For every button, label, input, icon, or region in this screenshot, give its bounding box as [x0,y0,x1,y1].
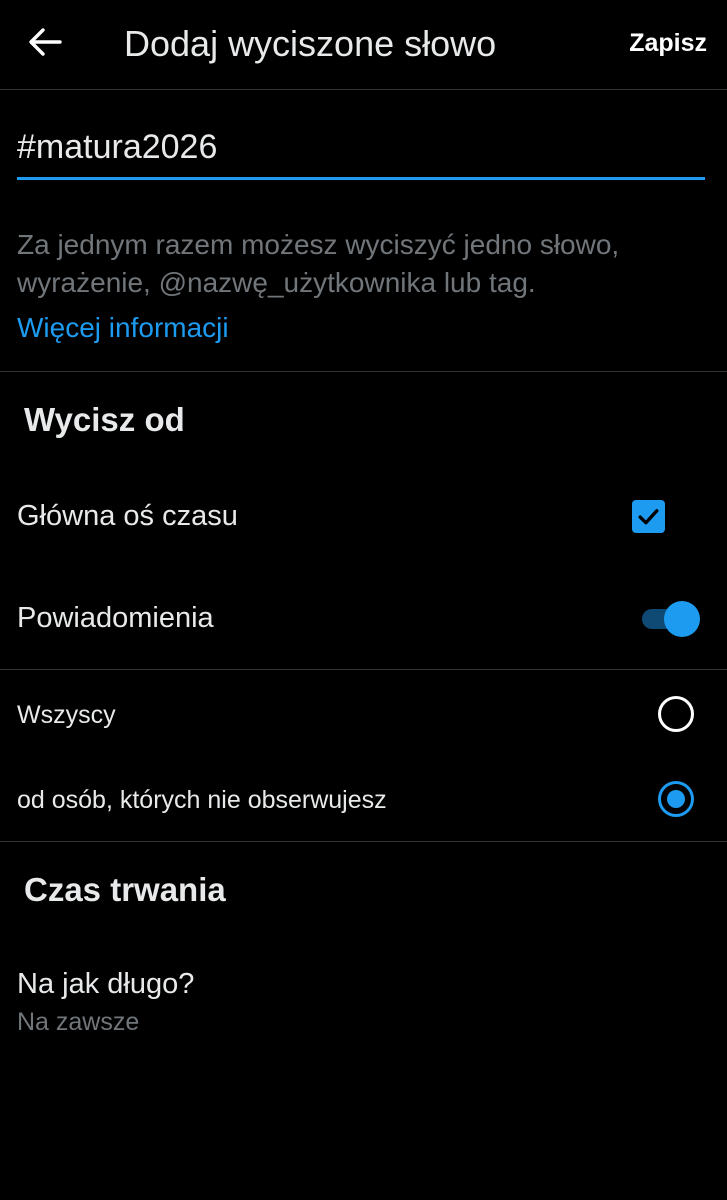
radio-dot [667,790,685,808]
home-timeline-checkbox[interactable] [632,500,665,533]
top-app-bar: Dodaj wyciszone słowo Zapisz [0,0,727,90]
option-non-followed-label: od osób, których nie obserwujesz [17,786,387,814]
save-button[interactable]: Zapisz [629,26,707,60]
back-button[interactable] [22,22,68,62]
hint-text: Za jednym razem możesz wyciszyć jedno sł… [17,229,620,298]
divider [0,841,727,842]
more-info-link[interactable]: Więcej informacji [17,309,229,347]
arrow-left-icon [29,28,62,56]
duration-question: Na jak długo? [17,968,195,1000]
toggle-knob [664,601,700,637]
checkmark-icon [638,509,659,525]
divider [0,371,727,372]
muted-word-input[interactable] [17,122,705,180]
notifications-toggle[interactable] [642,599,700,639]
duration-heading: Czas trwania [24,871,226,908]
notifications-label: Powiadomienia [17,602,214,634]
duration-row[interactable]: Na jak długo? Na zawsze [0,958,727,1048]
divider [0,669,727,670]
mute-from-heading: Wycisz od [24,401,185,438]
option-everyone-radio[interactable] [658,696,694,732]
home-timeline-label: Główna oś czasu [17,500,238,532]
option-everyone-label: Wszyscy [17,701,116,729]
duration-value: Na zawsze [17,1008,140,1036]
option-non-followed-radio[interactable] [658,781,694,817]
page-title: Dodaj wyciszone słowo [124,23,497,64]
